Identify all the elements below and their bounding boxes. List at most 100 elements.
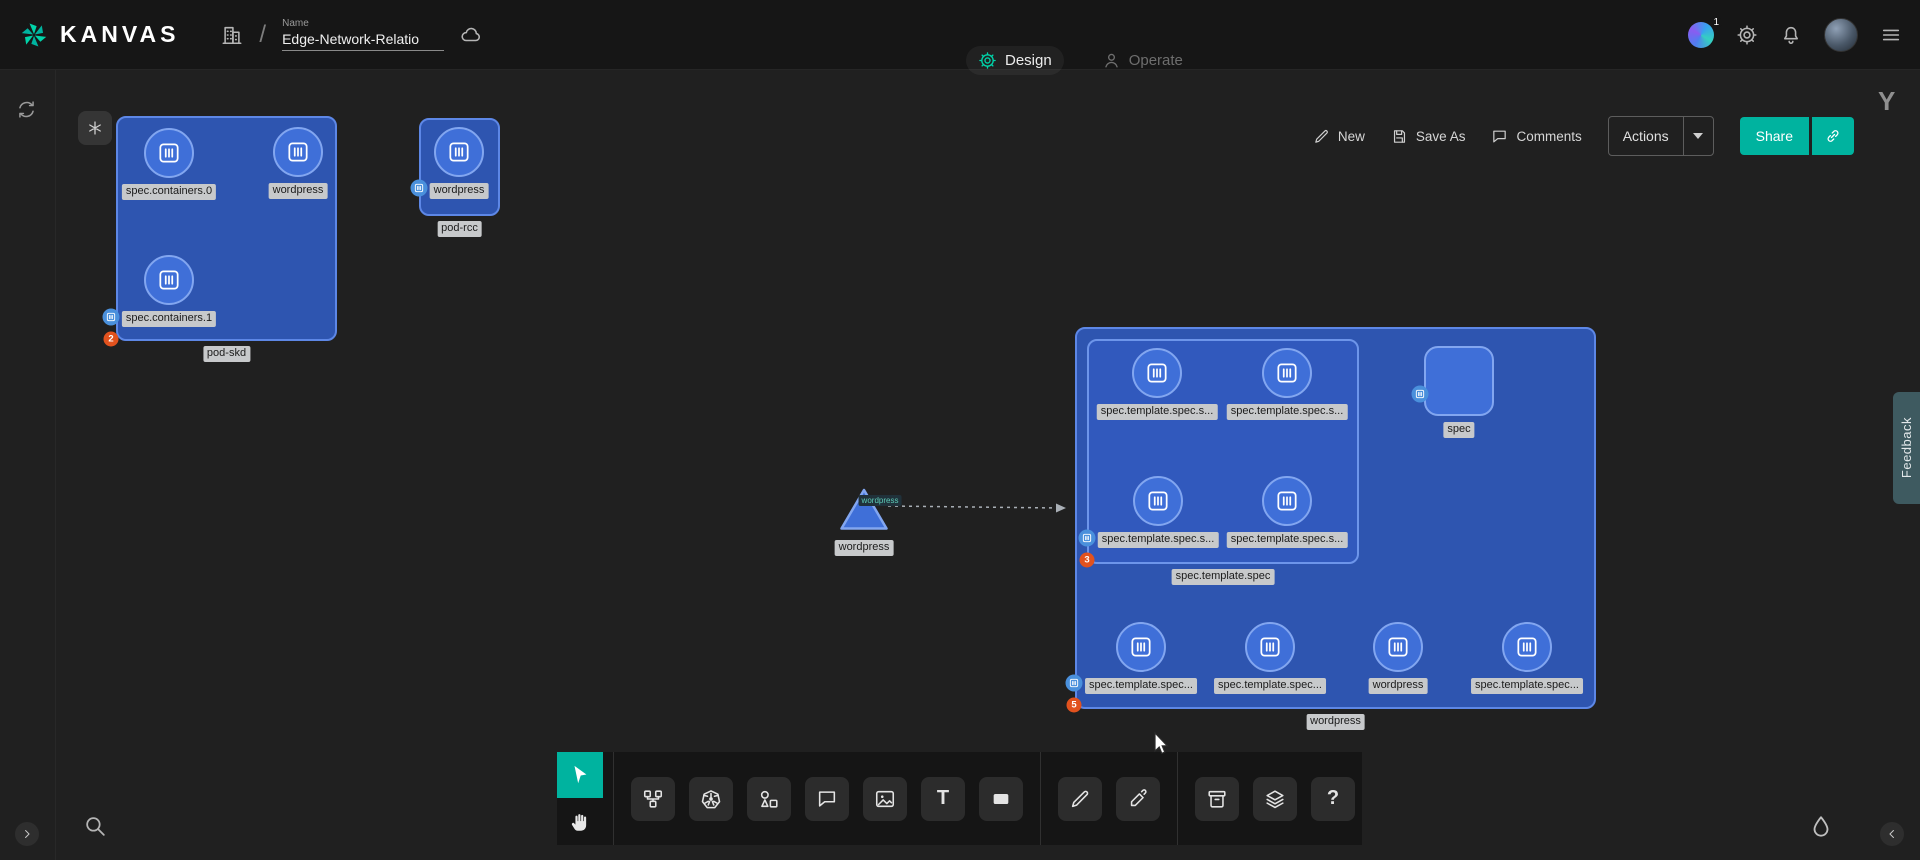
link-icon xyxy=(1824,127,1842,145)
components-tool[interactable] xyxy=(631,777,675,821)
drawer-tool[interactable] xyxy=(1195,777,1239,821)
zoom-search-icon[interactable] xyxy=(83,814,108,839)
node-spec.template.spec.s...[interactable] xyxy=(1262,476,1312,526)
actions-label: Actions xyxy=(1609,128,1683,144)
design-name-input[interactable]: Edge-Network-Relatio xyxy=(282,31,444,51)
node-label: wordpress xyxy=(1369,678,1428,694)
node-label: spec xyxy=(1443,422,1474,438)
design-name-field[interactable]: Name Edge-Network-Relatio xyxy=(282,18,444,51)
operate-person-icon xyxy=(1102,51,1121,70)
design-gear-icon xyxy=(978,51,997,70)
group-label: pod-rcc xyxy=(437,221,482,237)
rectangle-tool[interactable] xyxy=(979,777,1023,821)
node-spec.containers.0[interactable] xyxy=(144,128,194,178)
organization-icon[interactable] xyxy=(221,24,243,46)
node-label: spec.template.spec.s... xyxy=(1098,532,1219,548)
pan-tool[interactable] xyxy=(557,799,603,845)
node-spec.template.spec...[interactable] xyxy=(1502,622,1552,672)
node-spec.template.spec.s...[interactable] xyxy=(1133,476,1183,526)
node-label: wordpress xyxy=(430,183,489,199)
shapes-tool[interactable] xyxy=(747,777,791,821)
edit-tool[interactable] xyxy=(1058,777,1102,821)
settings-icon[interactable] xyxy=(1736,24,1758,46)
node-wordpress[interactable] xyxy=(838,486,890,532)
node-wordpress[interactable] xyxy=(434,127,484,177)
count-badge: 3 xyxy=(1080,553,1095,568)
node-spec[interactable] xyxy=(1424,346,1494,416)
snowflake-icon xyxy=(86,119,104,137)
chevron-right-icon xyxy=(20,827,34,841)
pod-badge xyxy=(103,309,120,326)
node-spec.template.spec.s...[interactable] xyxy=(1262,348,1312,398)
text-tool[interactable]: T xyxy=(921,777,965,821)
new-label: New xyxy=(1338,129,1365,144)
node-label: wordpress xyxy=(835,540,894,556)
comment-icon xyxy=(1491,128,1508,145)
node-wordpress[interactable] xyxy=(1373,622,1423,672)
save-icon xyxy=(1391,128,1408,145)
node-label: spec.template.spec.s... xyxy=(1227,404,1348,420)
notification-count-badge: 1 xyxy=(1710,16,1722,29)
extensions-button[interactable]: 1 xyxy=(1688,22,1714,48)
node-spec.template.spec...[interactable] xyxy=(1245,622,1295,672)
tab-design-label: Design xyxy=(1005,52,1052,69)
chevron-left-icon xyxy=(1885,827,1899,841)
freeze-layout-button[interactable] xyxy=(78,111,112,145)
node-wordpress[interactable] xyxy=(273,127,323,177)
chevron-down-icon xyxy=(1693,133,1703,139)
layer5-mark: Y xyxy=(1878,86,1895,117)
tab-operate[interactable]: Operate xyxy=(1090,46,1195,75)
kanvas-logo[interactable]: KANVAS xyxy=(18,19,179,51)
pencil-icon xyxy=(1313,128,1330,145)
menu-icon[interactable] xyxy=(1880,24,1902,46)
kubernetes-tool[interactable] xyxy=(689,777,733,821)
media-tool[interactable] xyxy=(863,777,907,821)
notifications-bell-icon[interactable] xyxy=(1780,24,1802,46)
group-label: spec.template.spec xyxy=(1172,569,1275,585)
mouse-cursor xyxy=(1150,730,1172,760)
ink-drop-icon[interactable] xyxy=(1808,814,1834,840)
count-badge: 5 xyxy=(1067,698,1082,713)
help-tool[interactable]: ? xyxy=(1311,777,1355,821)
save-as-label: Save As xyxy=(1416,129,1466,144)
node-spec.template.spec...[interactable] xyxy=(1116,622,1166,672)
comment-tool[interactable] xyxy=(805,777,849,821)
actions-button[interactable]: Actions xyxy=(1608,116,1714,156)
user-avatar[interactable] xyxy=(1824,18,1858,52)
bottom-toolbar: T? xyxy=(557,752,1362,845)
select-tool[interactable] xyxy=(557,752,603,798)
comments-label: Comments xyxy=(1516,129,1581,144)
group-spec.template.spec[interactable] xyxy=(1087,339,1359,564)
node-label: spec.template.spec... xyxy=(1085,678,1197,694)
breadcrumb-separator: / xyxy=(259,21,266,49)
design-name-label: Name xyxy=(282,18,444,29)
new-button[interactable]: New xyxy=(1313,128,1365,145)
feedback-tab[interactable]: Feedback xyxy=(1893,392,1920,504)
save-as-button[interactable]: Save As xyxy=(1391,128,1466,145)
tab-operate-label: Operate xyxy=(1129,52,1183,69)
logo-text: KANVAS xyxy=(60,21,179,48)
layers-tool[interactable] xyxy=(1253,777,1297,821)
node-label: spec.template.spec.s... xyxy=(1227,532,1348,548)
actions-dropdown-toggle[interactable] xyxy=(1683,117,1713,155)
expand-left-panel-button[interactable] xyxy=(15,822,39,846)
sync-icon[interactable] xyxy=(16,99,37,120)
pod-badge xyxy=(1066,675,1083,692)
node-spec.containers.1[interactable] xyxy=(144,255,194,305)
tab-design[interactable]: Design xyxy=(966,46,1064,75)
pod-badge xyxy=(1079,530,1096,547)
copy-link-button[interactable] xyxy=(1812,117,1854,155)
count-badge: 2 xyxy=(104,332,119,347)
node-label: spec.containers.0 xyxy=(122,184,216,200)
share-button[interactable]: Share xyxy=(1740,117,1809,155)
edge-label: wordpress xyxy=(859,495,902,506)
comments-button[interactable]: Comments xyxy=(1491,128,1581,145)
node-label: spec.template.spec.s... xyxy=(1097,404,1218,420)
expand-right-panel-button[interactable] xyxy=(1880,822,1904,846)
node-spec.template.spec.s...[interactable] xyxy=(1132,348,1182,398)
pod-badge xyxy=(1412,386,1429,403)
annotate-tool[interactable] xyxy=(1116,777,1160,821)
app-header: KANVAS / Name Edge-Network-Relatio 1 xyxy=(0,0,1920,70)
group-label: pod-skd xyxy=(203,346,250,362)
node-label: spec.template.spec... xyxy=(1214,678,1326,694)
